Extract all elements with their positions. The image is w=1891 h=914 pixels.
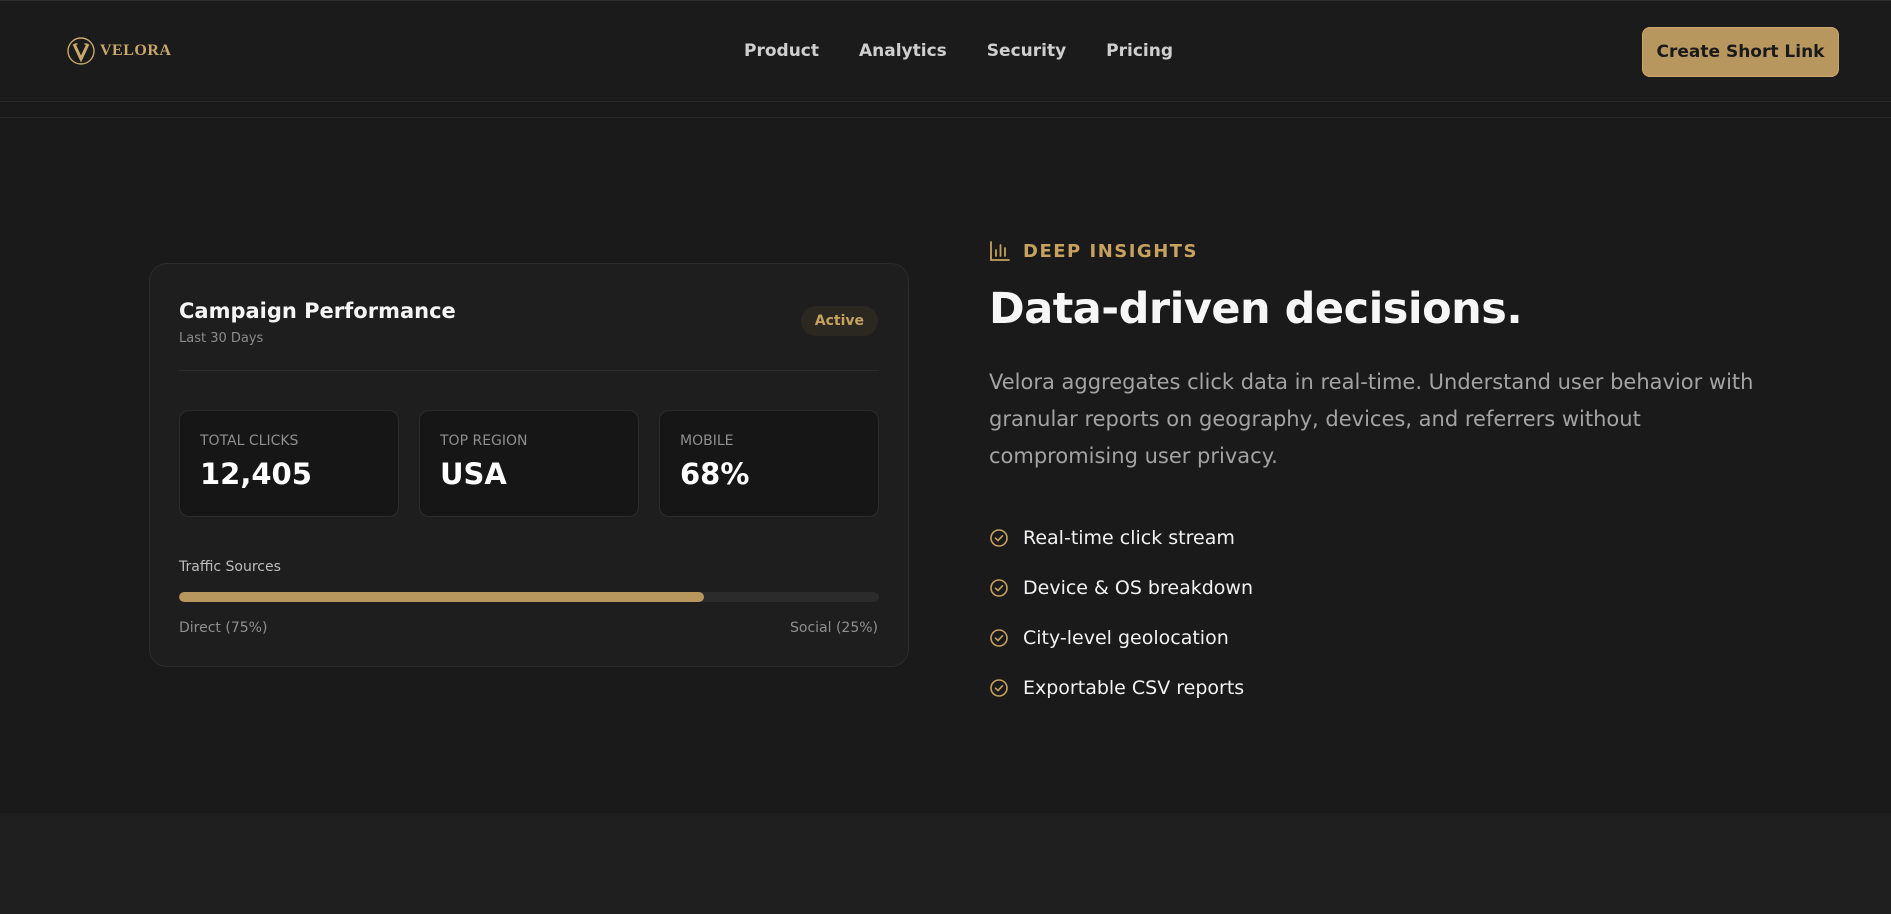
card-divider — [179, 370, 879, 371]
next-section-band — [0, 813, 1891, 914]
bar-chart-icon — [990, 241, 1010, 261]
campaign-performance-card: Campaign Performance Last 30 Days Active… — [149, 263, 909, 667]
check-circle-icon — [990, 579, 1008, 597]
status-badge: Active — [800, 306, 878, 336]
feature-label: Device & OS breakdown — [1023, 577, 1253, 599]
traffic-progress-fill — [179, 592, 704, 602]
check-circle-icon — [990, 629, 1008, 647]
nav-item-product[interactable]: Product — [744, 41, 819, 61]
section-description: Velora aggregates click data in real-tim… — [989, 370, 1754, 468]
direct-legend: Direct (75%) — [179, 620, 268, 636]
header-divider — [0, 117, 1891, 118]
traffic-sources-label: Traffic Sources — [179, 559, 281, 575]
card-title: Campaign Performance — [179, 299, 456, 323]
feature-list: Real-time click stream Device & OS break… — [989, 513, 1253, 713]
stat-label: MOBILE — [680, 433, 734, 449]
stats-row: TOTAL CLICKS 12,405 TOP REGION USA MOBIL… — [179, 410, 879, 517]
stat-mobile: MOBILE 68% — [659, 410, 879, 517]
stat-label: TOP REGION — [440, 433, 528, 449]
stat-label: TOTAL CLICKS — [200, 433, 299, 449]
feature-label: City-level geolocation — [1023, 627, 1229, 649]
check-circle-icon — [990, 529, 1008, 547]
stat-value: USA — [440, 457, 507, 491]
check-circle-icon — [990, 679, 1008, 697]
list-item: Real-time click stream — [989, 513, 1253, 563]
nav-item-security[interactable]: Security — [987, 41, 1066, 61]
list-item: Exportable CSV reports — [989, 663, 1253, 713]
stat-total-clicks: TOTAL CLICKS 12,405 — [179, 410, 399, 517]
main-nav: Product Analytics Security Pricing — [744, 41, 1173, 61]
feature-label: Exportable CSV reports — [1023, 677, 1245, 699]
v-monogram-icon — [67, 37, 95, 65]
eyebrow: DEEP INSIGHTS — [989, 240, 1198, 262]
list-item: Device & OS breakdown — [989, 563, 1253, 613]
brand-logo[interactable]: VELORA — [66, 36, 171, 66]
top-navbar: VELORA Product Analytics Security Pricin… — [0, 0, 1891, 102]
brand-name: VELORA — [100, 42, 172, 59]
stat-value: 12,405 — [200, 457, 312, 491]
traffic-progress-track — [179, 592, 879, 602]
nav-item-analytics[interactable]: Analytics — [859, 41, 947, 61]
list-item: City-level geolocation — [989, 613, 1253, 663]
feature-label: Real-time click stream — [1023, 527, 1235, 549]
section-headline: Data-driven decisions. — [989, 284, 1523, 334]
card-subtitle: Last 30 Days — [179, 331, 264, 346]
social-legend: Social (25%) — [790, 620, 878, 636]
nav-item-pricing[interactable]: Pricing — [1106, 41, 1173, 61]
eyebrow-text: DEEP INSIGHTS — [1023, 240, 1198, 262]
create-short-link-button[interactable]: Create Short Link — [1642, 27, 1839, 77]
stat-top-region: TOP REGION USA — [419, 410, 639, 517]
stat-value: 68% — [680, 457, 750, 491]
